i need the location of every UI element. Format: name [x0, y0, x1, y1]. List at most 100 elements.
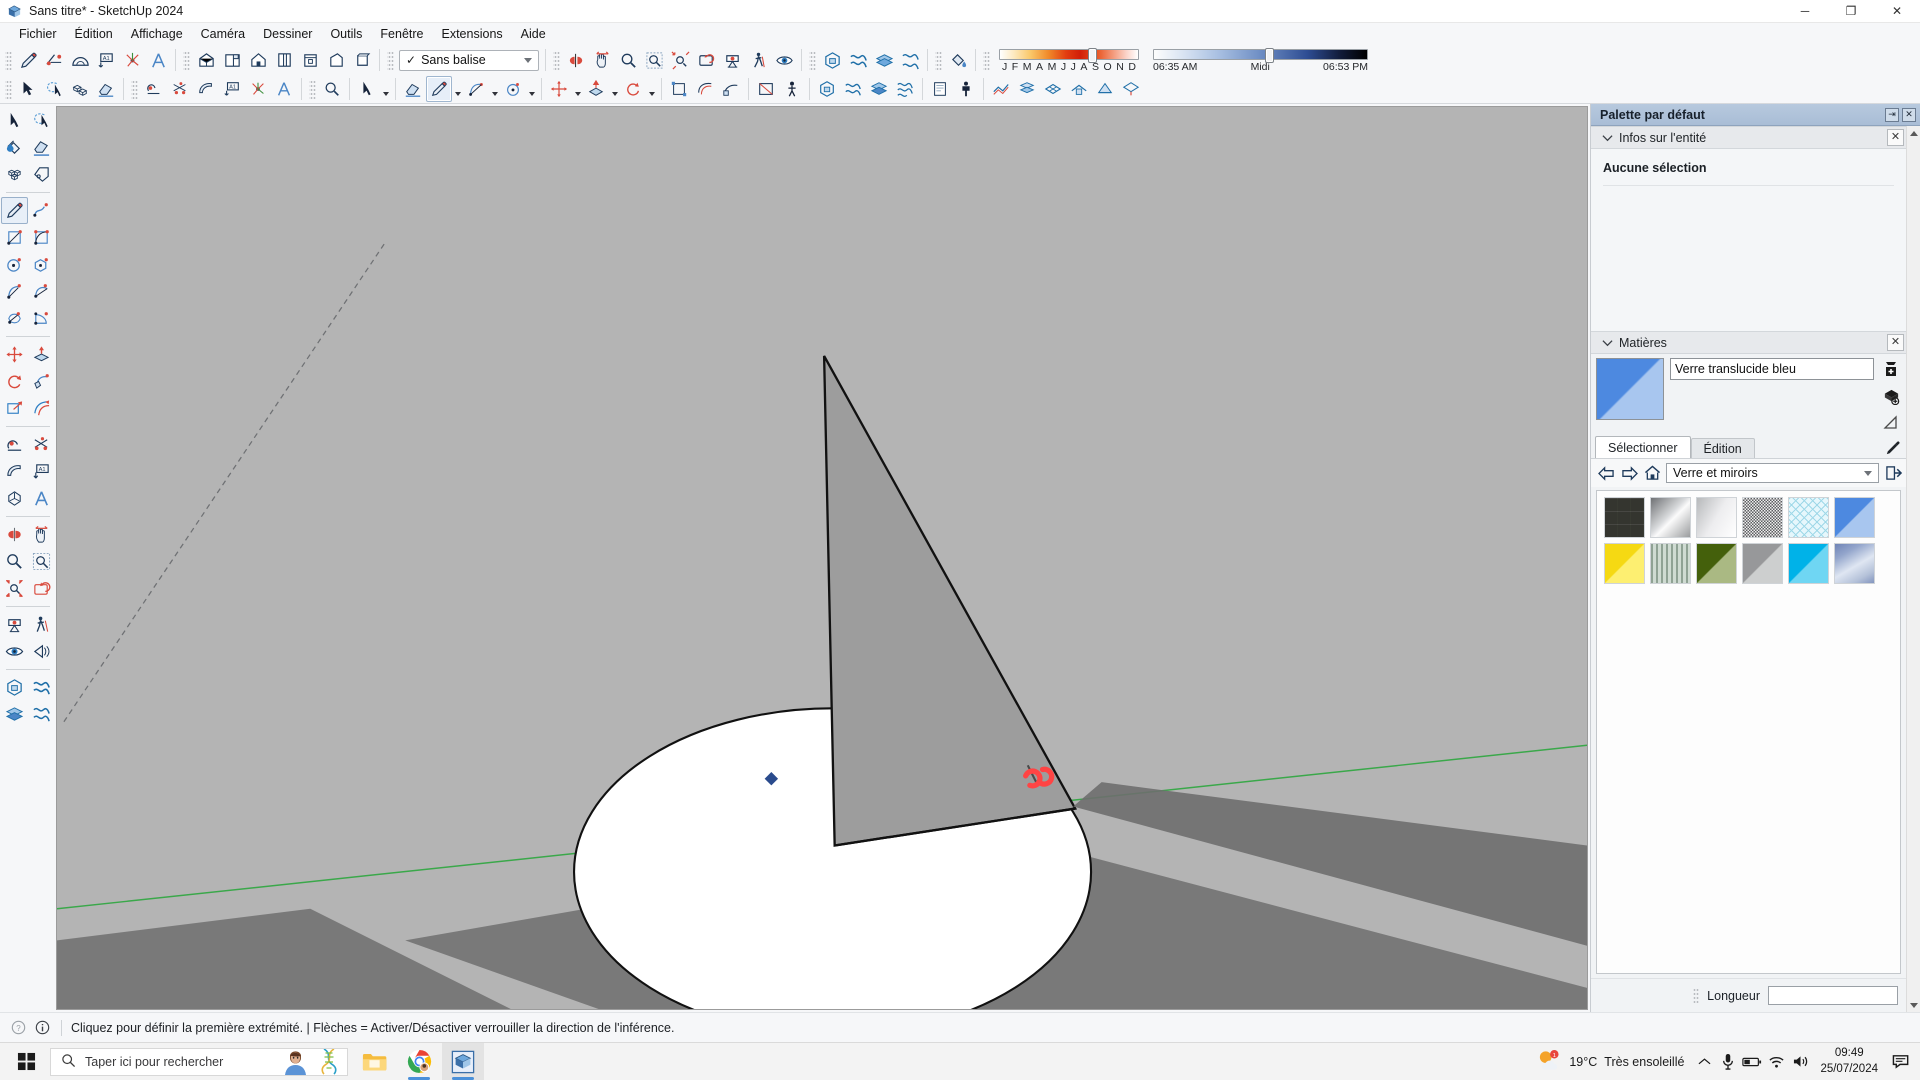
tool-sandbox-6[interactable]: [1118, 76, 1144, 102]
toolbar-grip-6[interactable]: [935, 50, 942, 70]
tool-iso-view[interactable]: [193, 47, 219, 73]
details-icon[interactable]: [1884, 464, 1902, 482]
material-swatch[interactable]: [1788, 497, 1829, 538]
battery-icon[interactable]: [1740, 1043, 1764, 1080]
home-icon[interactable]: [1643, 464, 1661, 482]
left-tool-walk-icon[interactable]: [28, 611, 55, 638]
left-tool-arc-icon[interactable]: [1, 278, 28, 305]
left-tool-line-tool-icon[interactable]: [1, 197, 28, 224]
tool-protractor[interactable]: [67, 47, 93, 73]
left-tool-polygon-icon[interactable]: [28, 251, 55, 278]
left-tool-scale-icon[interactable]: [1, 395, 28, 422]
material-swatch-verre-translucide-bleu[interactable]: [1834, 497, 1875, 538]
tool-front-view[interactable]: [245, 47, 271, 73]
current-material-name[interactable]: Verre translucide bleu: [1670, 358, 1874, 380]
length-input[interactable]: [1768, 986, 1898, 1005]
tool-circle-2[interactable]: [500, 76, 526, 102]
tool-followme-2[interactable]: [718, 76, 744, 102]
left-tool-move-icon[interactable]: [1, 341, 28, 368]
tool-pencil[interactable]: [15, 47, 41, 73]
menu-extensions[interactable]: Extensions: [433, 25, 512, 43]
minimize-button[interactable]: ─: [1782, 0, 1828, 23]
left-tool-xray-icon[interactable]: [1, 674, 28, 701]
toolbar-grip-4[interactable]: [553, 50, 560, 70]
tool-dimension-2[interactable]: A1: [219, 76, 245, 102]
material-swatch[interactable]: [1696, 543, 1737, 584]
arrow-right-icon[interactable]: [1620, 464, 1638, 482]
tool-sandbox-4[interactable]: [1066, 76, 1092, 102]
tool-position-camera[interactable]: [719, 47, 745, 73]
toolbar-grip-7[interactable]: [983, 50, 990, 70]
taskbar-search[interactable]: Taper ici pour rechercher: [50, 1047, 348, 1076]
left-tool-3d-text-icon[interactable]: [28, 485, 55, 512]
material-swatch[interactable]: [1650, 543, 1691, 584]
weather-widget[interactable]: 1 19°C Très ensoleillé: [1529, 1043, 1692, 1080]
tool-back-edges[interactable]: [845, 47, 871, 73]
left-tool-shaded-icon[interactable]: [28, 701, 55, 728]
tool-bottom-view[interactable]: [349, 47, 375, 73]
file-explorer-icon[interactable]: [354, 1043, 396, 1080]
left-tool-circle-icon[interactable]: [1, 251, 28, 278]
toolbar-grip-5[interactable]: [809, 50, 816, 70]
time-slider[interactable]: 06:35 AM Midi 06:53 PM: [1153, 47, 1368, 73]
left-tool-position-camera-icon[interactable]: [1, 611, 28, 638]
tab-edition[interactable]: Édition: [1690, 438, 1755, 458]
sketchup-app-icon[interactable]: [442, 1042, 484, 1080]
tool-previous-view[interactable]: [693, 47, 719, 73]
chevron-down-icon-materials[interactable]: [1599, 335, 1615, 351]
volume-icon[interactable]: [1788, 1043, 1812, 1080]
tag-selector[interactable]: ✓ Sans balise: [399, 49, 539, 71]
wifi-icon[interactable]: [1764, 1043, 1788, 1080]
left-tool-eraser-icon[interactable]: [28, 134, 55, 161]
left-tool-rotate-icon[interactable]: [1, 368, 28, 395]
month-slider-knob[interactable]: [1088, 47, 1098, 63]
left-tool-pan-icon[interactable]: [28, 521, 55, 548]
tool-zoom-extents[interactable]: [667, 47, 693, 73]
menu-edition[interactable]: Édition: [66, 25, 122, 43]
arc-dropdown-caret[interactable]: [489, 76, 500, 102]
left-tool-dimension-icon[interactable]: [1, 458, 28, 485]
tool-protractor-2[interactable]: [193, 76, 219, 102]
help-icon[interactable]: ?: [8, 1018, 28, 1038]
left-tool-follow-me-icon[interactable]: [28, 368, 55, 395]
tool-select-arrow[interactable]: [354, 76, 380, 102]
left-tool-two-point-arc-icon[interactable]: [28, 278, 55, 305]
left-tool-tape-measure-icon[interactable]: [1, 431, 28, 458]
left-tool-wireframe-icon[interactable]: [28, 674, 55, 701]
left-tool-zoom-window-icon[interactable]: [28, 548, 55, 575]
entity-info-header[interactable]: Infos sur l'entité ✕: [1591, 126, 1906, 149]
toolbar-grip-2[interactable]: [183, 50, 190, 70]
tool-back-edges-2[interactable]: [840, 76, 866, 102]
windows-start-icon[interactable]: [4, 1043, 48, 1080]
material-swatch[interactable]: [1696, 497, 1737, 538]
material-preview-icon[interactable]: [1882, 414, 1900, 432]
palette-scrollbar[interactable]: [1906, 126, 1920, 1012]
tool-lasso-2[interactable]: [41, 76, 67, 102]
tool-sandbox-5[interactable]: [1092, 76, 1118, 102]
tool-dimension[interactable]: [119, 47, 145, 73]
tool-zoom[interactable]: [615, 47, 641, 73]
tool-3d-text-2[interactable]: [271, 76, 297, 102]
model-viewport[interactable]: [56, 106, 1588, 1010]
pushpull-dropdown-caret[interactable]: [609, 76, 620, 102]
left-tool-text-icon[interactable]: A1: [28, 458, 55, 485]
scroll-thumb[interactable]: [1907, 140, 1920, 998]
create-material-icon[interactable]: [1882, 360, 1900, 378]
left-tool-push-pull-icon[interactable]: [28, 341, 55, 368]
left-tool-paint-bucket-icon[interactable]: [1, 134, 28, 161]
materials-header[interactable]: Matières ✕: [1591, 331, 1906, 354]
tool-eraser-3[interactable]: [400, 76, 426, 102]
scroll-up-icon[interactable]: [1907, 126, 1920, 140]
material-sample-icon[interactable]: [1882, 387, 1900, 405]
left-tool-offset-icon[interactable]: [28, 395, 55, 422]
tool-sandbox-1[interactable]: [988, 76, 1014, 102]
tool-sandbox-2[interactable]: [1014, 76, 1040, 102]
materials-close[interactable]: ✕: [1887, 334, 1904, 351]
left-tool-axes-icon[interactable]: [1, 485, 28, 512]
tool-walk[interactable]: [745, 47, 771, 73]
material-swatch[interactable]: [1742, 497, 1783, 538]
toolbar2-grip-3[interactable]: [309, 79, 316, 99]
tool-eraser-2[interactable]: [93, 76, 119, 102]
tool-zoom-2[interactable]: [319, 76, 345, 102]
material-swatch[interactable]: [1834, 543, 1875, 584]
